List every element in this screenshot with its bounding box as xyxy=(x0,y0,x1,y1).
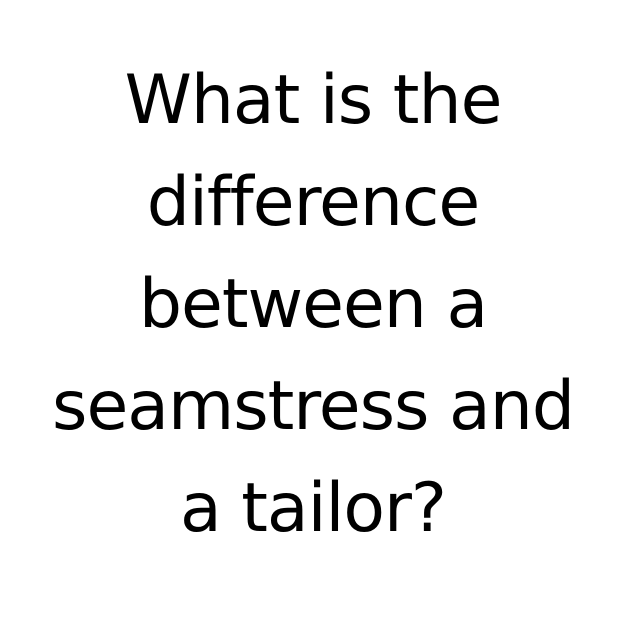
question-text: What is the difference between a seamstr… xyxy=(0,50,626,560)
question-line-5: a tailor? xyxy=(179,469,447,548)
question-line-4: seamstress and xyxy=(52,367,575,446)
question-line-2: difference xyxy=(146,163,480,242)
question-card: What is the difference between a seamstr… xyxy=(0,0,626,626)
question-line-3: between a xyxy=(138,265,488,344)
question-line-1: What is the xyxy=(124,61,503,140)
